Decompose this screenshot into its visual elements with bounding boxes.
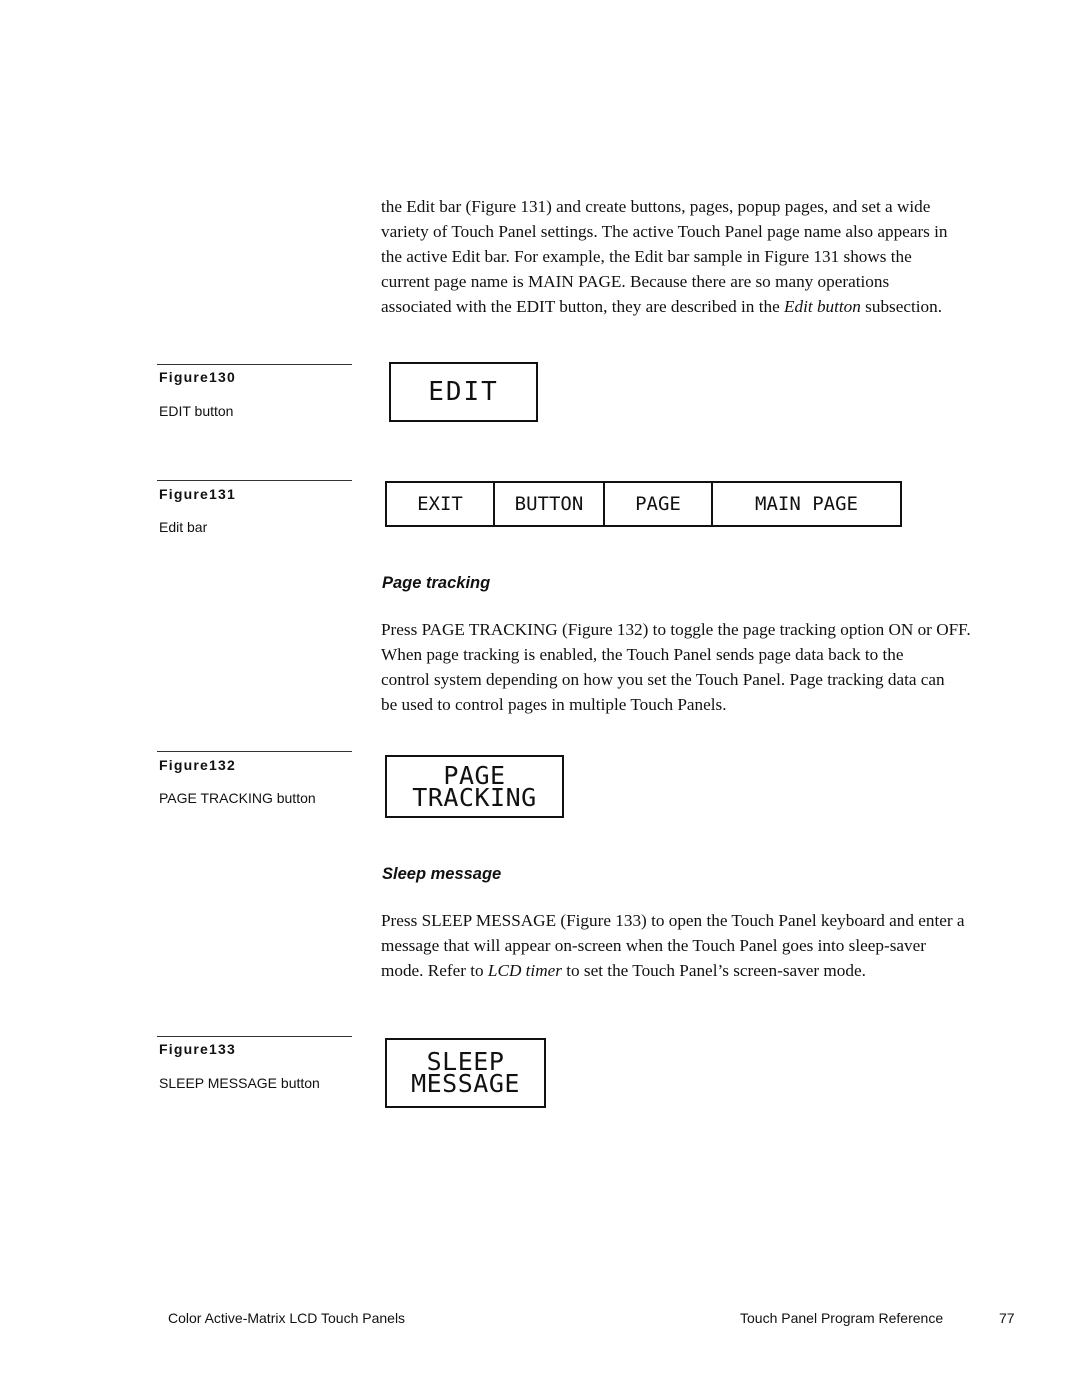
text-run: to set the Touch Panel’s screen-saver mo… bbox=[561, 961, 866, 981]
section-heading-sleep-message: Sleep message bbox=[382, 865, 502, 883]
button-label-line: TRACKING bbox=[412, 782, 537, 812]
text-line: the active Edit bar. For example, the Ed… bbox=[381, 247, 912, 267]
edit-bar-page-cell: PAGE bbox=[605, 483, 713, 525]
edit-bar-page-name-cell: MAIN PAGE bbox=[755, 493, 858, 515]
figure-caption: EDIT button bbox=[159, 403, 234, 419]
footer-document-title: Color Active-Matrix LCD Touch Panels bbox=[168, 1310, 406, 1326]
text-line: current page name is MAIN PAGE. Because … bbox=[381, 272, 890, 292]
figure-divider bbox=[157, 480, 352, 481]
button-label-line: MESSAGE bbox=[411, 1069, 520, 1098]
edit-button-label: EDIT bbox=[428, 377, 499, 407]
text-run: mode. Refer to bbox=[381, 961, 488, 981]
text-line: associated with the EDIT button, they ar… bbox=[381, 294, 1026, 319]
edit-bar-exit-cell: EXIT bbox=[387, 483, 495, 525]
sleep-message-paragraph: Press SLEEP MESSAGE (Figure 133) to open… bbox=[381, 908, 1026, 983]
page-tracking-paragraph: Press PAGE TRACKING (Figure 132) to togg… bbox=[381, 617, 1026, 717]
edit-button-illustration: EDIT bbox=[389, 362, 538, 422]
text-run: associated with the EDIT button, they ar… bbox=[381, 297, 784, 317]
edit-bar-button-cell: BUTTON bbox=[495, 483, 605, 525]
text-line: mode. Refer to LCD timer to set the Touc… bbox=[381, 958, 1026, 983]
edit-button-reference: Edit button bbox=[784, 297, 861, 317]
edit-bar-illustration: EXIT BUTTON PAGE MAIN PAGE bbox=[385, 481, 902, 527]
text-line: message that will appear on-screen when … bbox=[381, 936, 926, 956]
text-line: be used to control pages in multiple Tou… bbox=[381, 695, 727, 715]
section-heading-page-tracking: Page tracking bbox=[382, 574, 491, 592]
text-run: subsection. bbox=[860, 297, 943, 317]
figure-divider bbox=[157, 364, 352, 365]
intro-paragraph: the Edit bar (Figure 131) and create but… bbox=[381, 194, 1026, 319]
page-tracking-button-illustration: PAGE TRACKING bbox=[385, 755, 564, 818]
footer-section-title: Touch Panel Program Reference bbox=[740, 1310, 944, 1326]
figure-caption: PAGE TRACKING button bbox=[159, 790, 316, 806]
figure-caption: Edit bar bbox=[159, 519, 208, 535]
figure-number: Figure132 bbox=[159, 757, 236, 773]
figure-number: Figure133 bbox=[159, 1041, 236, 1057]
text-line: control system depending on how you set … bbox=[381, 670, 945, 690]
text-line: Press SLEEP MESSAGE (Figure 133) to open… bbox=[381, 911, 965, 930]
text-line: the Edit bar (Figure 131) and create but… bbox=[381, 197, 931, 216]
text-line: When page tracking is enabled, the Touch… bbox=[381, 645, 904, 665]
figure-divider bbox=[157, 751, 352, 752]
figure-caption: SLEEP MESSAGE button bbox=[159, 1075, 320, 1091]
sleep-message-button-illustration: SLEEP MESSAGE bbox=[385, 1038, 546, 1108]
figure-number: Figure130 bbox=[159, 369, 236, 385]
figure-divider bbox=[157, 1036, 352, 1037]
page-number: 77 bbox=[999, 1310, 1015, 1326]
text-line: variety of Touch Panel settings. The act… bbox=[381, 222, 948, 242]
figure-number: Figure131 bbox=[159, 486, 236, 502]
lcd-timer-reference: LCD timer bbox=[487, 961, 562, 981]
text-line: Press PAGE TRACKING (Figure 132) to togg… bbox=[381, 620, 971, 639]
